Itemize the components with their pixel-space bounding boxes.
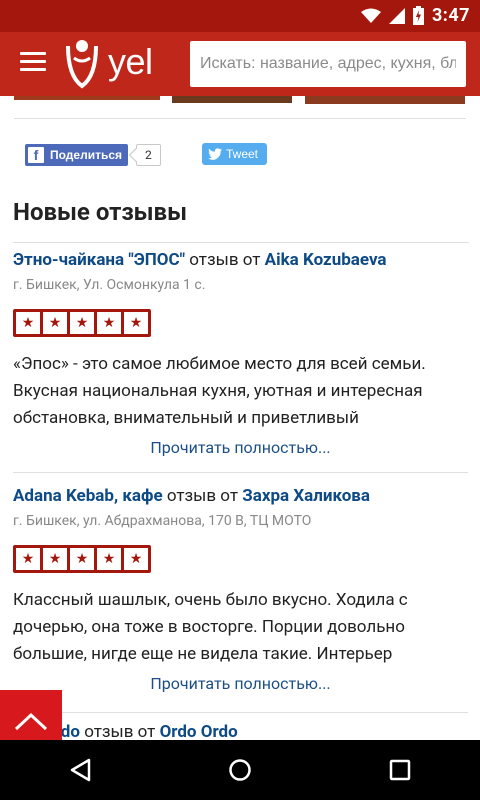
facebook-share-button[interactable]: f Поделиться <box>25 144 129 166</box>
hero-image-piece <box>305 96 465 104</box>
battery-icon <box>412 6 424 25</box>
divider <box>13 472 468 473</box>
menu-icon-line <box>20 60 46 63</box>
app-bar: yel <box>0 32 480 96</box>
menu-icon-line <box>20 52 46 55</box>
review-address: г. Бишкек, Ул. Осмонкула 1 с. <box>13 277 206 293</box>
star-icon: ★ <box>43 312 67 334</box>
review-item: Этно-чайкана "ЭПОС" отзыв от Aika Kozuba… <box>13 250 468 457</box>
review-address: г. Бишкек, ул. Абдрахманова, 170 В, ТЦ М… <box>13 513 312 529</box>
divider <box>13 712 468 713</box>
facebook-share-label: Поделиться <box>50 148 123 162</box>
star-icon: ★ <box>97 312 121 334</box>
divider <box>13 242 469 243</box>
review-author-link[interactable]: Ordo Ordo <box>160 722 238 740</box>
hero-image-piece <box>14 96 160 100</box>
review-text: Классный шашлык, очень было вкусно. Ходи… <box>13 590 408 664</box>
back-button[interactable] <box>50 740 110 800</box>
tweet-button[interactable]: Tweet <box>202 143 268 165</box>
star-rating: ★ ★ ★ ★ ★ <box>13 309 151 337</box>
review-place-link[interactable]: Adana Kebab, кафе <box>13 486 163 506</box>
signal-icon <box>388 7 405 24</box>
read-more-link[interactable]: Прочитать полностью... <box>13 438 468 457</box>
logo-text[interactable]: yel <box>108 41 153 83</box>
review-author-link[interactable]: Aika Kozubaeva <box>265 250 387 270</box>
star-icon: ★ <box>97 548 121 570</box>
recents-square-icon <box>389 759 411 781</box>
review-by-text: отзыв от <box>84 722 156 740</box>
star-icon: ★ <box>124 548 148 570</box>
review-header: Этно-чайкана "ЭПОС" отзыв от Aika Kozuba… <box>13 250 468 270</box>
star-icon: ★ <box>70 548 94 570</box>
review-by-text: отзыв от <box>189 250 261 270</box>
review-header: Adana Kebab, кафе отзыв от Захра Халиков… <box>13 486 468 506</box>
review-header: Ordo отзыв от Ordo Ordo <box>13 722 468 740</box>
facebook-icon: f <box>28 147 44 163</box>
status-icons: 3:47 <box>360 5 470 26</box>
navigation-bar <box>0 740 480 800</box>
review-by-text: отзыв от <box>166 486 238 506</box>
section-title: Новые отзывы <box>13 198 187 226</box>
star-icon: ★ <box>43 548 67 570</box>
search-box[interactable] <box>190 41 466 87</box>
search-input[interactable] <box>200 55 456 73</box>
menu-button[interactable] <box>20 52 46 74</box>
star-rating: ★ ★ ★ ★ ★ <box>13 545 151 573</box>
review-author-link[interactable]: Захра Халикова <box>242 486 370 506</box>
twitter-bird-icon <box>208 148 222 160</box>
share-row: f Поделиться 2 Tweet <box>25 143 268 167</box>
read-more-link[interactable]: Прочитать полностью... <box>13 674 468 693</box>
menu-icon-line <box>20 68 46 71</box>
star-icon: ★ <box>16 548 40 570</box>
tweet-label: Tweet <box>226 147 259 161</box>
star-icon: ★ <box>124 312 148 334</box>
hero-image-strip <box>0 96 480 106</box>
home-button[interactable] <box>210 740 270 800</box>
facebook-share-count: 2 <box>136 144 161 166</box>
wifi-icon <box>360 8 381 23</box>
status-time: 3:47 <box>431 5 470 26</box>
review-item: Adana Kebab, кафе отзыв от Захра Халиков… <box>13 486 468 693</box>
back-to-top-button[interactable] <box>0 690 62 740</box>
divider <box>14 118 466 119</box>
star-icon: ★ <box>70 312 94 334</box>
review-text: «Эпос» - это самое любимое место для все… <box>13 354 426 428</box>
home-circle-icon <box>229 759 251 781</box>
recents-button[interactable] <box>370 740 430 800</box>
star-icon: ★ <box>16 312 40 334</box>
review-place-link[interactable]: Этно-чайкана "ЭПОС" <box>13 250 185 270</box>
back-triangle-icon <box>70 758 91 782</box>
chevron-up-icon <box>14 712 48 731</box>
status-bar: 3:47 <box>0 0 480 32</box>
content: f Поделиться 2 Tweet Новые отзывы Этно-ч… <box>0 96 480 740</box>
hero-image-piece <box>172 96 292 103</box>
review-item: Ordo отзыв от Ordo Ordo <box>13 722 468 740</box>
